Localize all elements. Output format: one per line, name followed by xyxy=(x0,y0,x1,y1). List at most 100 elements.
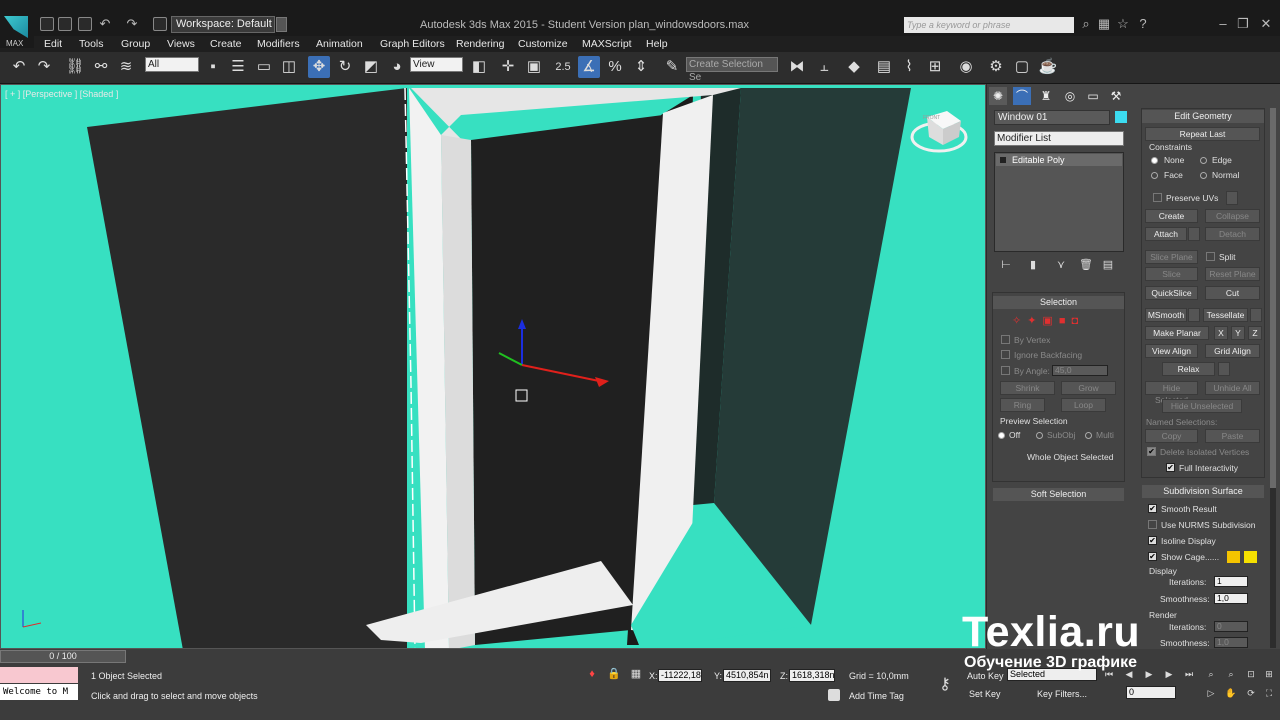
menu-modifiers[interactable]: Modifiers xyxy=(257,38,300,50)
slice-plane-button[interactable]: Slice Plane xyxy=(1145,250,1198,264)
bind-space-warp-icon[interactable]: ≋ xyxy=(115,56,137,78)
split-checkbox[interactable] xyxy=(1206,252,1215,261)
pin-stack-icon[interactable]: ⊢ xyxy=(997,256,1015,274)
next-frame-icon[interactable]: ▶ xyxy=(1162,667,1176,681)
cage-color-swatch-1[interactable] xyxy=(1227,551,1240,563)
delete-isolated-checkbox[interactable]: ✔ xyxy=(1147,447,1156,456)
mirror-icon[interactable]: ⧓ xyxy=(786,56,808,78)
align-icon[interactable]: ⫠ xyxy=(813,56,835,78)
constraint-none-radio[interactable] xyxy=(1151,157,1158,164)
use-nurms-checkbox[interactable] xyxy=(1148,520,1157,529)
render-smoothness-spinner[interactable]: 1,0 xyxy=(1214,637,1248,648)
isoline-display-checkbox[interactable]: ✔ xyxy=(1148,536,1157,545)
stack-expand-icon[interactable] xyxy=(1000,157,1006,163)
cut-button[interactable]: Cut xyxy=(1205,286,1260,300)
constraint-edge-radio[interactable] xyxy=(1200,157,1207,164)
create-button[interactable]: Create xyxy=(1145,209,1198,223)
selection-lock-icon[interactable]: 🔒 xyxy=(606,666,622,682)
menu-views[interactable]: Views xyxy=(167,38,195,50)
z-coordinate-field[interactable]: 1618,318n xyxy=(789,669,835,682)
pivot-center-icon[interactable]: ◧ xyxy=(468,56,490,78)
search-icon[interactable]: ⌕ xyxy=(1078,16,1094,32)
selection-filter-dropdown[interactable]: All xyxy=(145,57,199,72)
select-and-rotate-icon[interactable]: ↻ xyxy=(334,56,356,78)
menu-animation[interactable]: Animation xyxy=(316,38,363,50)
remove-modifier-icon[interactable]: 🗑 xyxy=(1077,256,1095,274)
create-tab-icon[interactable]: ✺ xyxy=(989,87,1007,105)
paste-button[interactable]: Paste xyxy=(1205,429,1260,443)
preserve-uvs-settings-icon[interactable] xyxy=(1226,191,1238,205)
relax-button[interactable]: Relax xyxy=(1162,362,1215,376)
ring-button[interactable]: Ring xyxy=(1000,398,1045,412)
render-setup-icon[interactable]: ⚙ xyxy=(985,56,1007,78)
menu-maxscript[interactable]: MAXScript xyxy=(582,38,632,50)
tessellate-settings-icon[interactable] xyxy=(1250,308,1262,322)
orbit-icon[interactable]: ⟳ xyxy=(1244,686,1258,700)
time-slider[interactable]: 0 / 100 xyxy=(0,650,126,663)
search-input[interactable]: Type a keyword or phrase xyxy=(904,17,1074,33)
auto-key-button[interactable]: Auto Key xyxy=(967,671,1004,681)
iterations-spinner[interactable]: 1 xyxy=(1214,576,1248,587)
preview-off-radio[interactable] xyxy=(998,432,1005,439)
collapse-button[interactable]: Collapse xyxy=(1205,209,1260,223)
redo-icon[interactable]: ↷ xyxy=(33,56,55,78)
menu-edit[interactable]: Edit xyxy=(44,38,62,50)
spinner-snap-icon[interactable]: ⇕ xyxy=(630,56,652,78)
select-by-name-icon[interactable]: ☰ xyxy=(227,56,249,78)
subdivision-surface-title[interactable]: Subdivision Surface xyxy=(1142,485,1264,498)
viewcube-face-label[interactable]: FRONT xyxy=(923,115,940,121)
snaps-toggle[interactable]: 2.5 xyxy=(552,56,574,78)
make-unique-icon[interactable]: ⋎ xyxy=(1052,256,1070,274)
select-and-place-icon[interactable]: ◕ xyxy=(386,56,408,78)
hide-selected-button[interactable]: Hide Selected xyxy=(1145,381,1198,405)
y-coordinate-field[interactable]: 4510,854n xyxy=(723,669,771,682)
by-angle-spinner[interactable]: 45,0 xyxy=(1052,365,1108,376)
rectangular-selection-icon[interactable]: ▭ xyxy=(253,56,275,78)
utilities-tab-icon[interactable]: ⚒ xyxy=(1107,87,1125,105)
link-icon[interactable]: ⛓ xyxy=(64,56,86,78)
app-menu-button[interactable]: MAX xyxy=(0,14,34,48)
reference-coordinate-dropdown[interactable]: View xyxy=(410,57,463,72)
minimize-icon[interactable]: – xyxy=(1215,16,1231,32)
modifier-list-dropdown[interactable]: Modifier List xyxy=(994,131,1124,146)
zoom-extents-icon[interactable]: ⊡ xyxy=(1244,667,1258,681)
attach-button[interactable]: Attach xyxy=(1145,227,1187,241)
preview-multi-radio[interactable] xyxy=(1085,432,1092,439)
msmooth-settings-icon[interactable] xyxy=(1188,308,1200,322)
detach-button[interactable]: Detach xyxy=(1205,227,1260,241)
unlink-icon[interactable]: ⚯ xyxy=(90,56,112,78)
undo-icon[interactable]: ↶ xyxy=(97,16,113,32)
select-and-scale-icon[interactable]: ◩ xyxy=(360,56,382,78)
close-icon[interactable]: ✕ xyxy=(1258,16,1274,32)
menu-help[interactable]: Help xyxy=(646,38,668,50)
edit-geometry-title[interactable]: Edit Geometry xyxy=(1142,110,1264,123)
attach-list-icon[interactable] xyxy=(1188,227,1200,241)
set-key-button[interactable]: Set Key xyxy=(969,689,1001,699)
favorites-icon[interactable]: ☆ xyxy=(1115,16,1131,32)
by-vertex-checkbox[interactable] xyxy=(1001,335,1010,344)
scrollbar-thumb[interactable] xyxy=(1270,108,1276,488)
zoom-extents-all-icon[interactable]: ⊞ xyxy=(1262,667,1276,681)
cage-color-swatch-2[interactable] xyxy=(1244,551,1257,563)
loop-button[interactable]: Loop xyxy=(1061,398,1106,412)
zoom-icon[interactable]: ⌕ xyxy=(1204,667,1218,681)
angle-snap-icon[interactable]: ∡ xyxy=(578,56,600,78)
transform-type-in-icon[interactable]: ▦ xyxy=(628,666,644,682)
add-time-tag[interactable]: Add Time Tag xyxy=(849,691,904,701)
modify-tab-icon[interactable]: ⌒ xyxy=(1013,87,1031,105)
msmooth-button[interactable]: MSmooth xyxy=(1145,308,1187,322)
render-production-icon[interactable]: ☕ xyxy=(1037,56,1059,78)
redo-icon[interactable]: ↷ xyxy=(124,16,140,32)
modifier-stack-item[interactable]: Editable Poly xyxy=(996,154,1122,166)
rendered-frame-window-icon[interactable]: ▢ xyxy=(1011,56,1033,78)
time-tag-icon[interactable] xyxy=(828,689,840,701)
open-file-icon[interactable] xyxy=(58,17,72,31)
project-folder-icon[interactable] xyxy=(153,17,167,31)
render-iterations-spinner[interactable]: 0 xyxy=(1214,621,1248,632)
curve-editor-icon[interactable]: ⌇ xyxy=(898,56,920,78)
schematic-view-icon[interactable]: ⊞ xyxy=(924,56,946,78)
unhide-all-button[interactable]: Unhide All xyxy=(1205,381,1260,395)
manipulate-icon[interactable]: ✛ xyxy=(497,56,519,78)
subobject-level-icons[interactable]: ✧✦▣■◘ xyxy=(1012,314,1092,327)
pan-view-icon[interactable]: ✋ xyxy=(1224,686,1238,700)
